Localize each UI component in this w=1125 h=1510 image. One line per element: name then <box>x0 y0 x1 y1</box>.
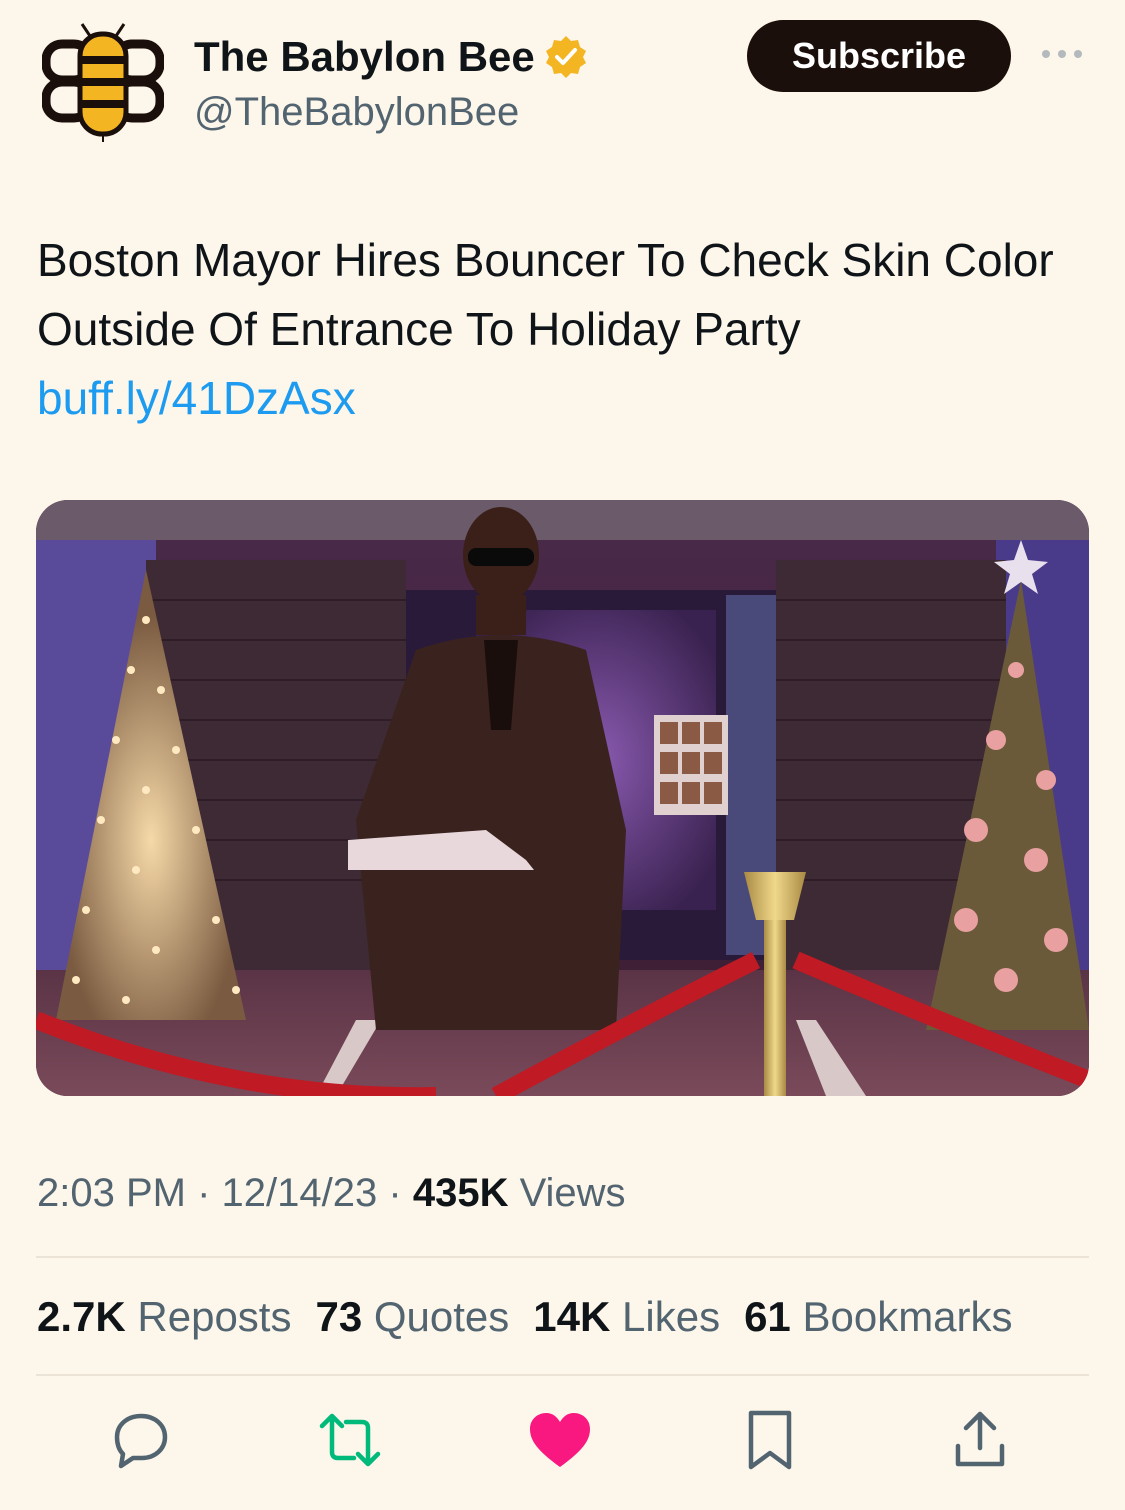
repost-button[interactable] <box>318 1408 382 1472</box>
stat-label: Quotes <box>373 1293 510 1340</box>
views-count: 435K <box>412 1171 509 1215</box>
share-button[interactable] <box>948 1408 1012 1472</box>
stat-bookmarks[interactable]: 61 Bookmarks <box>744 1293 1012 1340</box>
divider <box>36 1374 1089 1376</box>
subscribe-button[interactable]: Subscribe <box>747 20 1011 92</box>
stat-quotes[interactable]: 73 Quotes <box>315 1293 509 1340</box>
stat-label: Bookmarks <box>802 1293 1013 1340</box>
like-button[interactable] <box>528 1408 592 1472</box>
share-icon <box>955 1411 1005 1467</box>
stat-count: 14K <box>533 1293 611 1340</box>
bouncer-photo <box>36 500 1089 1096</box>
stat-label: Likes <box>622 1293 721 1340</box>
meta-separator: · <box>388 1171 402 1215</box>
tweet-meta: 2:03 PM · 12/14/23 · 435K Views <box>37 1166 626 1220</box>
engagement-stats: 2.7K Reposts 73 Quotes 14K Likes 61 Bookmar… <box>37 1290 1037 1344</box>
stat-count: 73 <box>315 1293 363 1340</box>
tweet-text: Boston Mayor Hires Bouncer To Check Skin… <box>37 234 1054 355</box>
repost-icon <box>319 1413 381 1467</box>
reply-button[interactable] <box>109 1408 173 1472</box>
reply-icon <box>114 1413 168 1469</box>
bookmark-button[interactable] <box>738 1408 802 1472</box>
stat-label: Reposts <box>137 1293 292 1340</box>
like-heart-icon <box>530 1413 590 1467</box>
tweet-date[interactable]: 12/14/23 <box>222 1171 378 1215</box>
avatar[interactable] <box>41 22 165 144</box>
babylon-bee-logo-icon <box>41 23 165 142</box>
tweet-link[interactable]: buff.ly/41DzAsx <box>37 364 356 433</box>
tweet-time[interactable]: 2:03 PM <box>37 1171 186 1215</box>
stat-reposts[interactable]: 2.7K Reposts <box>37 1293 291 1340</box>
tweet-media-image[interactable] <box>36 500 1089 1096</box>
views-label: Views <box>519 1171 626 1215</box>
ellipsis-icon[interactable] <box>1040 44 1084 64</box>
meta-separator: · <box>197 1171 211 1215</box>
stat-likes[interactable]: 14K Likes <box>533 1293 720 1340</box>
account-handle[interactable]: @TheBabylonBee <box>194 88 519 136</box>
divider <box>36 1256 1089 1258</box>
display-name[interactable]: The Babylon Bee <box>194 32 589 82</box>
stat-count: 2.7K <box>37 1293 126 1340</box>
verified-badge-icon[interactable] <box>543 34 589 80</box>
display-name-text: The Babylon Bee <box>194 33 535 80</box>
stat-count: 61 <box>744 1293 791 1340</box>
bookmark-icon <box>748 1410 792 1470</box>
